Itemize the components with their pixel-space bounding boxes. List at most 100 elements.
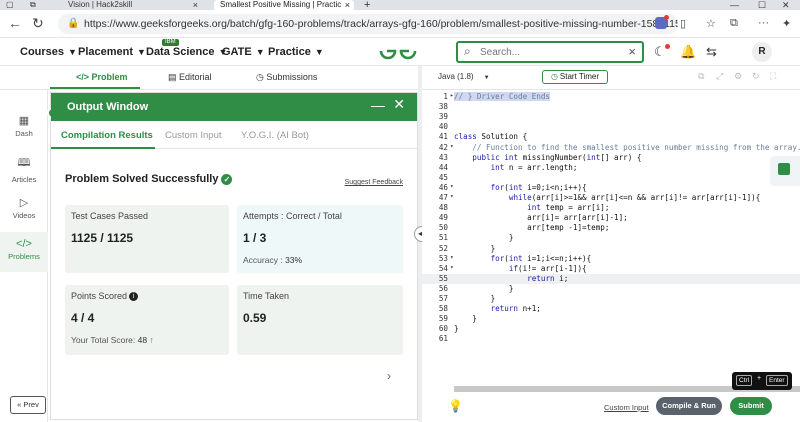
sidenav-item-dash[interactable]: ▦ Dash: [0, 114, 48, 138]
start-timer-button[interactable]: ◷ Start Timer: [542, 70, 608, 84]
code-line[interactable]: 51 }: [422, 233, 800, 243]
menu-data-science[interactable]: Data Science ▼: [146, 46, 227, 58]
code-line[interactable]: 52 }: [422, 244, 800, 254]
gfg-logo-icon[interactable]: [378, 40, 418, 62]
expand-icon[interactable]: ⤢: [716, 71, 723, 82]
copilot-icon[interactable]: ✦: [782, 17, 791, 30]
minimize-icon[interactable]: —: [371, 97, 385, 113]
code-line[interactable]: 59 }: [422, 314, 800, 324]
code-line[interactable]: 55 return i;: [422, 273, 800, 284]
collections-icon[interactable]: ⧉: [730, 17, 738, 30]
chat-button[interactable]: [770, 156, 800, 186]
code-line[interactable]: 58 return n+1;: [422, 304, 800, 314]
tab-compilation-results[interactable]: Compilation Results: [61, 130, 153, 141]
tab-submissions[interactable]: ◷ Submissions: [256, 72, 317, 83]
sidenav-item-videos[interactable]: ▷ Videos: [0, 196, 48, 220]
close-icon[interactable]: ✕: [393, 96, 405, 113]
url-text: https://www.geeksforgeeks.org/batch/gfg-…: [84, 18, 678, 30]
code-line[interactable]: 60}: [422, 324, 800, 334]
sidenav-item-articles[interactable]: 🕮 Articles: [0, 154, 48, 184]
suggest-feedback-link[interactable]: Suggest Feedback: [345, 179, 403, 186]
bell-icon[interactable]: 🔔: [680, 44, 696, 60]
copy-icon[interactable]: ⧉: [698, 71, 704, 82]
code-line[interactable]: 49 arr[i]= arr[arr[i]-1];: [422, 213, 800, 223]
sidenav-item-problems[interactable]: </> Problems: [0, 232, 48, 272]
window-close-icon[interactable]: ✕: [782, 0, 790, 10]
code-line[interactable]: 41 class Solution {: [422, 132, 800, 142]
code-line[interactable]: 42 ▾ // Function to find the smallest pos…: [422, 143, 800, 153]
clear-icon[interactable]: ×: [628, 44, 636, 59]
notification-dot: [665, 44, 670, 49]
translate-icon[interactable]: ⇆: [706, 44, 717, 60]
output-title: Output Window: [67, 101, 149, 113]
code-line[interactable]: 38: [422, 102, 800, 112]
refresh-icon[interactable]: ↻: [32, 15, 44, 32]
code-text: int n = arr.length;: [490, 162, 578, 172]
code-line[interactable]: 47 ▾ while(arr[i]>=1&& arr[i]<=n && arr[i…: [422, 193, 800, 203]
code-line[interactable]: 50 arr[temp -1]=temp;: [422, 223, 800, 233]
browser-tab-active[interactable]: Smallest Positive Missing | Practic ×: [214, 0, 354, 10]
minimize-icon[interactable]: —: [730, 0, 739, 10]
code-line[interactable]: 43 public int missingNumber(int[] arr) {: [422, 153, 800, 163]
code-line[interactable]: 53 ▾ for(int i=1;i<=n;i++){: [422, 254, 800, 264]
output-tabs: Compilation Results Custom Input Y.O.G.I…: [51, 121, 417, 149]
search-input[interactable]: [480, 44, 620, 60]
browser-tab-vision[interactable]: Vision | Hack2skill ×: [62, 0, 202, 10]
address-bar-row: ← ↻ 🔒 https://www.geeksforgeeks.org/batc…: [0, 10, 800, 38]
code-line[interactable]: 57 }: [422, 294, 800, 304]
chevron-right-icon[interactable]: ›: [387, 369, 391, 383]
active-tab-underline: [51, 147, 155, 149]
submit-button[interactable]: Submit: [730, 397, 772, 415]
code-line[interactable]: 61: [422, 334, 800, 344]
search-box[interactable]: ⌕ ×: [456, 41, 644, 63]
more-icon[interactable]: ···: [758, 17, 769, 29]
prev-button[interactable]: « Prev: [10, 396, 46, 414]
code-line[interactable]: 44 int n = arr.length;: [422, 163, 800, 173]
custom-input-link[interactable]: Custom Input: [604, 403, 649, 412]
close-icon[interactable]: ×: [345, 0, 350, 10]
favorites-icon[interactable]: ☆: [706, 17, 716, 30]
code-text: }: [454, 314, 477, 324]
code-line[interactable]: 54 ▾ if(i!= arr[i-1]){: [422, 264, 800, 274]
url-field[interactable]: 🔒 https://www.geeksforgeeks.org/batch/gf…: [58, 14, 678, 34]
chevron-down-icon: ▼: [137, 47, 146, 57]
attempts-label: Attempts : Correct / Total: [243, 211, 342, 221]
tab-custom-input[interactable]: Custom Input: [165, 130, 222, 141]
avatar[interactable]: R: [752, 42, 772, 62]
reset-icon[interactable]: ↻: [752, 71, 760, 82]
workspaces-icon[interactable]: ⧉: [30, 0, 36, 10]
theme-toggle-icon[interactable]: ☾: [654, 44, 666, 60]
time-label: Time Taken: [243, 291, 290, 301]
menu-gate[interactable]: GATE ▼: [222, 46, 265, 58]
compile-run-button[interactable]: Compile & Run: [656, 397, 722, 415]
code-line[interactable]: 48 int temp = arr[i];: [422, 203, 800, 213]
menu-placement[interactable]: Placement ▼: [78, 46, 146, 58]
chat-icon: [778, 163, 790, 175]
code-line[interactable]: 56 }: [422, 284, 800, 294]
code-text: }: [454, 283, 514, 293]
code-line[interactable]: 45: [422, 173, 800, 183]
tab-yogi-ai-bot[interactable]: Y.O.G.I. (AI Bot): [241, 130, 309, 141]
language-select[interactable]: Java (1.8) ▼: [438, 72, 490, 81]
tab-editorial[interactable]: ▤ Editorial: [168, 72, 212, 83]
menu-practice[interactable]: Practice ▼: [268, 46, 324, 58]
code-line[interactable]: 39: [422, 112, 800, 122]
back-arrow-icon[interactable]: ←: [8, 15, 22, 31]
tab-problem[interactable]: </> Problem: [76, 72, 128, 82]
code-line[interactable]: 46 ▾ for(int i=0;i<n;i++){: [422, 183, 800, 193]
close-icon[interactable]: ×: [193, 0, 198, 10]
output-header: Output Window — ✕: [51, 93, 417, 121]
code-editor[interactable]: 1 ▸// } Driver Code Ends 38 39 40 41 class Sol…: [422, 90, 800, 388]
fullscreen-icon[interactable]: ⛶: [770, 71, 776, 82]
line-number: 54: [438, 263, 448, 273]
split-view-icon[interactable]: ▯: [680, 17, 686, 30]
code-line[interactable]: 40: [422, 122, 800, 132]
lightbulb-icon[interactable]: 💡: [448, 399, 463, 413]
dashboard-icon: ▦: [18, 115, 30, 127]
menu-courses[interactable]: Courses ▼: [20, 46, 77, 58]
maximize-icon[interactable]: ☐: [758, 0, 766, 10]
settings-icon[interactable]: ⚙: [734, 71, 742, 82]
extension-icon[interactable]: [655, 15, 669, 29]
browser-menu-icon[interactable]: ▢: [6, 0, 14, 10]
code-line[interactable]: 1 ▸// } Driver Code Ends: [422, 92, 800, 102]
